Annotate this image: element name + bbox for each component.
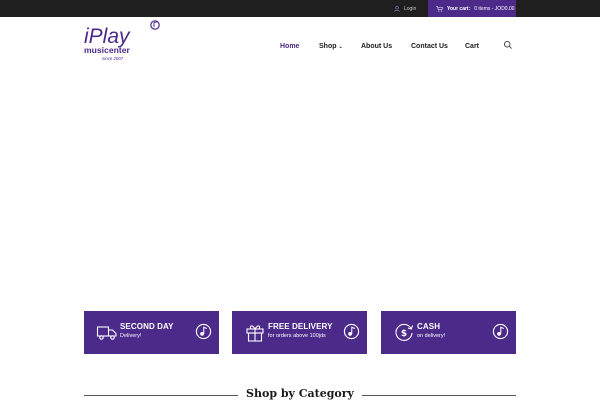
feature-subtitle: for orders above 100jds xyxy=(268,333,326,339)
truck-icon xyxy=(96,326,117,340)
feature-subtitle: on delivery! xyxy=(417,333,446,339)
nav-shop[interactable]: Shop ⌄ xyxy=(319,40,343,54)
logo-graphic: iPlay musicenter since 2007 xyxy=(84,20,160,61)
feature-title: FREE DELIVERY xyxy=(268,322,333,331)
feature-free-delivery[interactable]: FREE DELIVERY for orders above 100jds xyxy=(232,311,367,354)
section-header: Shop by Category xyxy=(0,387,600,400)
section-title: Shop by Category xyxy=(246,387,354,400)
chevron-down-icon: ⌄ xyxy=(338,44,343,50)
cart-summary-button[interactable]: Your cart: 0 items - JOD0.00 xyxy=(428,0,516,17)
gift-icon xyxy=(246,325,264,342)
feature-title: CASH xyxy=(417,322,441,331)
divider xyxy=(362,395,516,396)
nav-cart[interactable]: Cart xyxy=(465,40,479,54)
feature-title: SECOND DAY xyxy=(120,322,174,331)
music-note-icon xyxy=(195,323,212,340)
cash-icon: $ xyxy=(395,323,414,341)
cart-icon xyxy=(436,5,443,12)
feature-second-day[interactable]: SECOND DAY Delivery! xyxy=(84,311,219,354)
svg-text:$: $ xyxy=(401,329,407,339)
nav-about[interactable]: About Us xyxy=(361,40,392,54)
nav-shop-label: Shop xyxy=(319,43,337,50)
logo-tagline: since 2007 xyxy=(102,56,124,61)
feature-cash[interactable]: $ CASH on delivery! xyxy=(381,311,516,354)
cart-value: 0 items - JOD0.00 xyxy=(474,5,515,12)
music-note-icon xyxy=(343,323,360,340)
cart-label: Your cart: xyxy=(447,5,471,12)
feature-subtitle: Delivery! xyxy=(120,333,142,339)
music-note-icon xyxy=(492,323,509,340)
user-icon xyxy=(394,5,400,12)
login-label: Login xyxy=(404,5,417,12)
nav-home[interactable]: Home xyxy=(280,40,299,54)
search-icon[interactable] xyxy=(503,40,513,50)
site-logo[interactable]: iPlay musicenter since 2007 xyxy=(83,19,163,64)
nav-contact[interactable]: Contact Us xyxy=(411,40,448,54)
logo-sub-text: musicenter xyxy=(84,45,131,55)
login-link[interactable]: Login xyxy=(394,0,416,17)
